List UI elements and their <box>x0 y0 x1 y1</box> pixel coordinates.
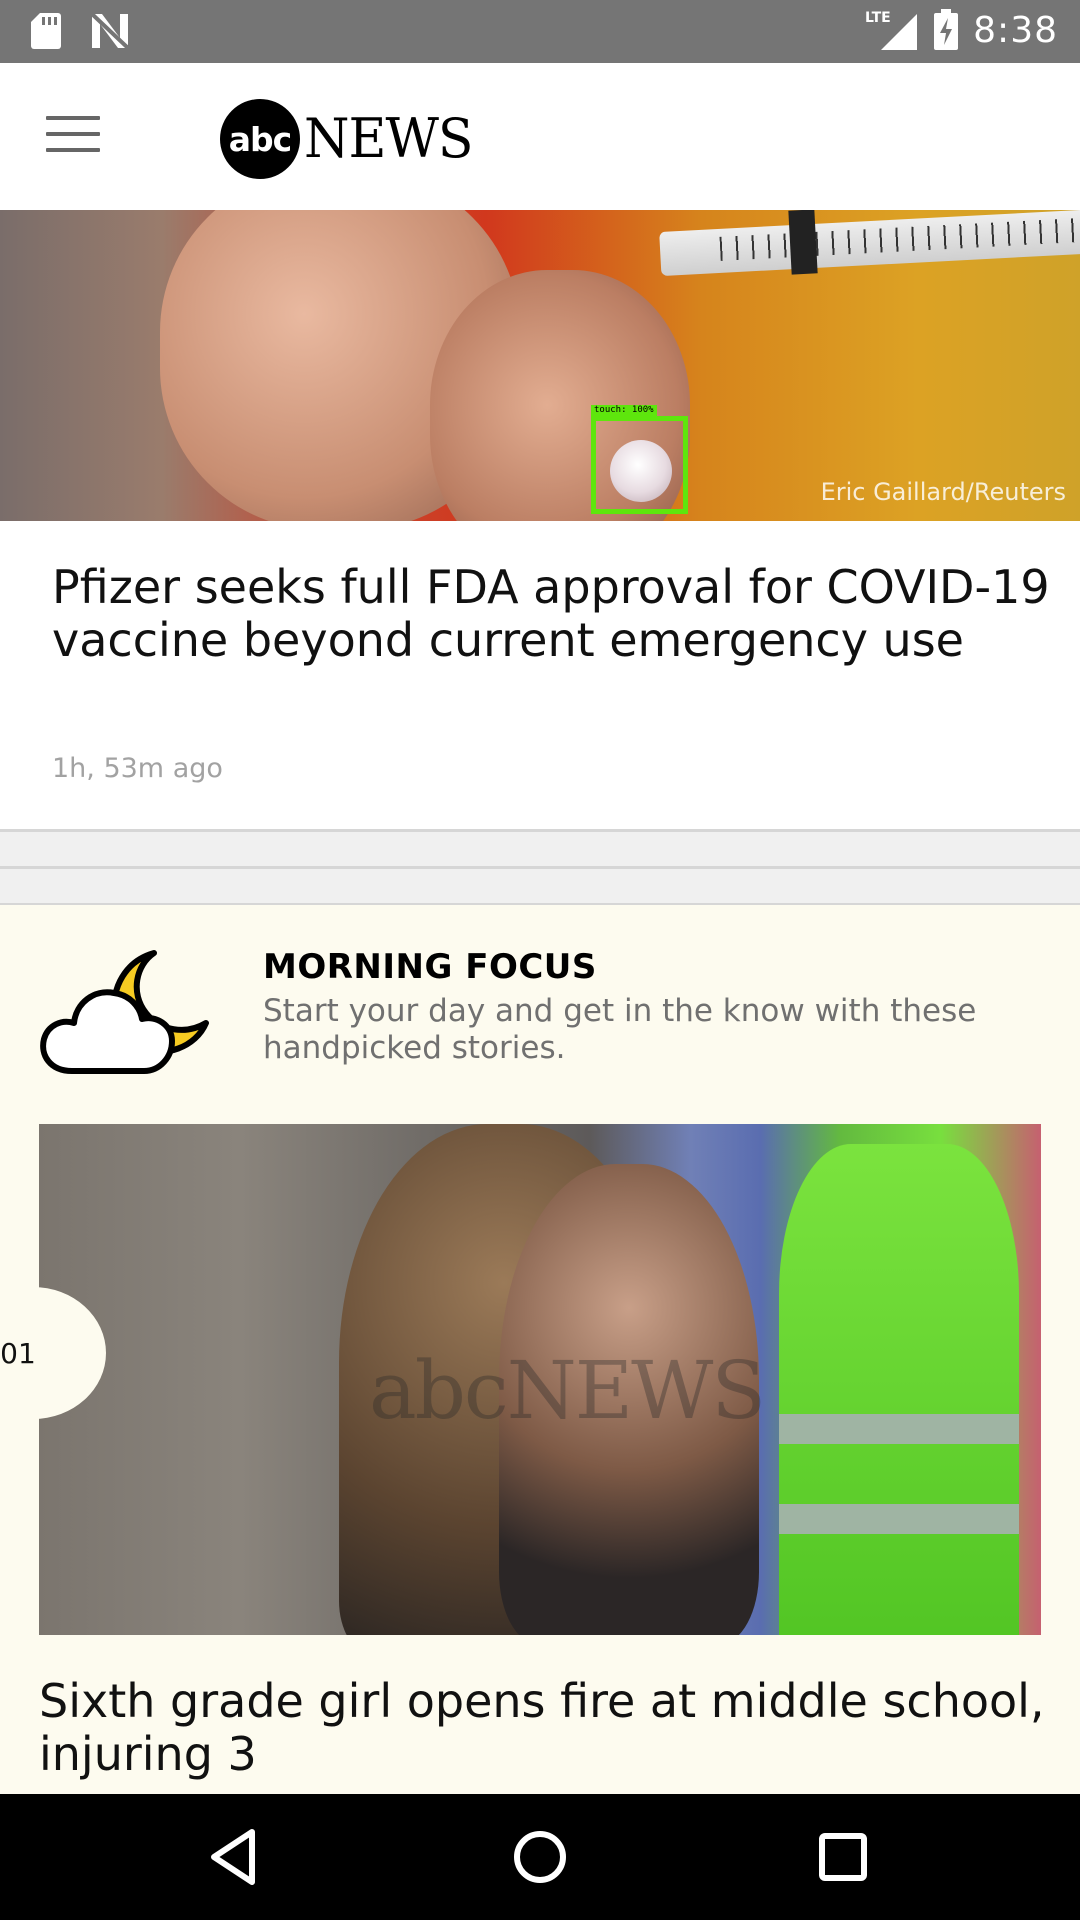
section-divider <box>0 869 1080 905</box>
app-bar: abc NEWS <box>0 63 1080 211</box>
focus-story-title[interactable]: Sixth grade girl opens fire at middle sc… <box>39 1675 1049 1781</box>
battery-charging-icon <box>934 9 959 50</box>
n-notification-icon <box>90 12 130 50</box>
logo-word: NEWS <box>304 107 474 171</box>
status-bar: LTE 8:38 <box>0 0 1080 63</box>
logo-badge: abc <box>220 99 300 179</box>
navigation-bar <box>0 1794 1080 1920</box>
hamburger-menu-icon[interactable] <box>46 116 100 156</box>
screen: LTE 8:38 abc NEWS touch: 100% Eric Gaill <box>0 0 1080 1920</box>
touch-indicator-dot <box>610 440 672 502</box>
lte-signal-icon: LTE <box>865 10 918 50</box>
back-icon[interactable] <box>200 1824 270 1890</box>
status-clock: 8:38 <box>973 9 1058 51</box>
section-divider <box>0 829 1080 869</box>
morning-focus-title: MORNING FOCUS <box>263 947 597 987</box>
top-story-time: 1h, 53m ago <box>52 753 223 784</box>
sd-card-icon <box>31 13 61 49</box>
morning-focus-subtitle: Start your day and get in the know with … <box>263 993 977 1066</box>
photo-credit: Eric Gaillard/Reuters <box>820 478 1066 506</box>
image-watermark: abcNEWS <box>369 1344 766 1437</box>
morning-focus-section: MORNING FOCUS Start your day and get in … <box>0 905 1080 1795</box>
top-story-image[interactable] <box>0 210 1080 521</box>
svg-text:LTE: LTE <box>865 10 891 26</box>
top-story-title[interactable]: Pfizer seeks full FDA approval for COVID… <box>52 561 1052 667</box>
focus-story-image[interactable]: abcNEWS <box>39 1124 1041 1635</box>
abc-news-logo[interactable]: abc NEWS <box>220 97 474 181</box>
home-icon[interactable] <box>505 1824 575 1890</box>
moon-cloud-icon <box>40 950 209 1074</box>
top-story-card[interactable]: Pfizer seeks full FDA approval for COVID… <box>0 521 1080 829</box>
story-number: 01 <box>0 1336 36 1370</box>
touch-indicator-label: touch: 100% <box>591 405 657 416</box>
recents-icon[interactable] <box>808 1824 878 1890</box>
